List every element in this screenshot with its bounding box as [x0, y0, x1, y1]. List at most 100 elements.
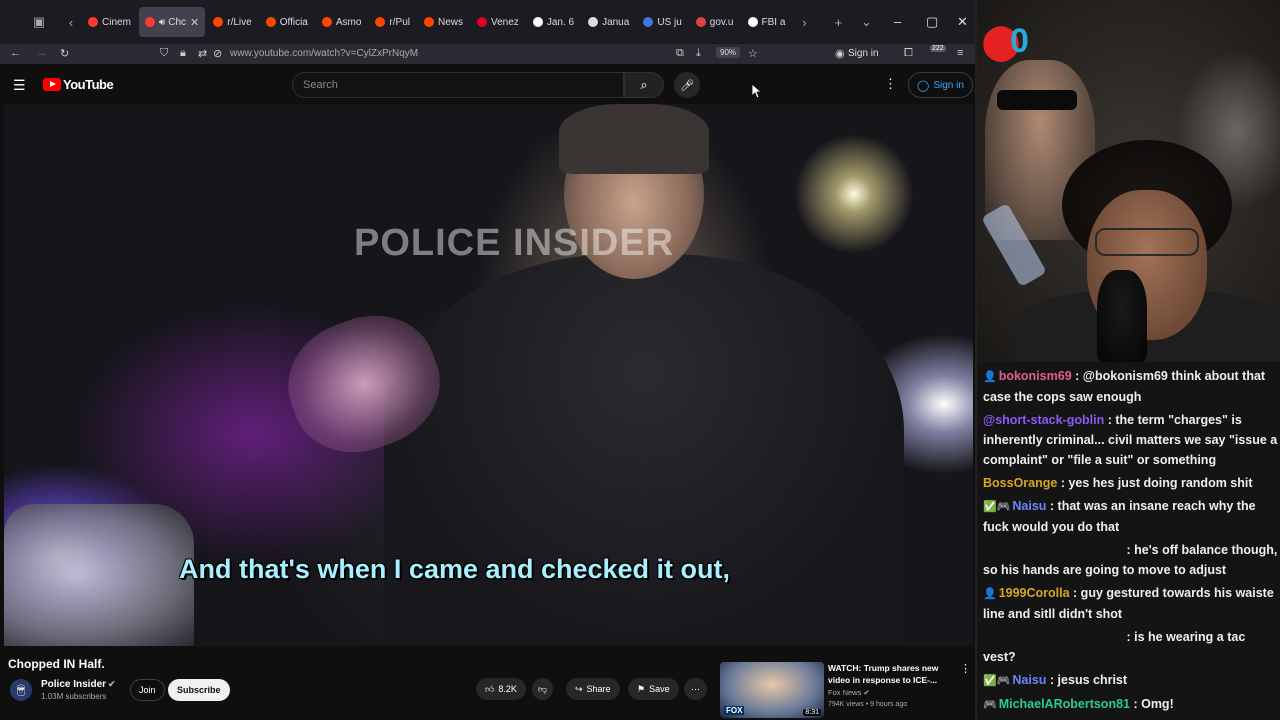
browser-menu-icon[interactable]: ≡ — [957, 47, 963, 59]
like-button[interactable]: 👍︎ 8.2K — [476, 678, 526, 700]
chat-username[interactable]: Naisu — [1012, 673, 1046, 687]
chat-username[interactable]: 1999Corolla — [999, 586, 1070, 600]
zoom-level[interactable]: 90% — [716, 47, 741, 58]
permissions-icon[interactable]: ⇄ — [198, 47, 207, 60]
verified-icon: ✔ — [108, 679, 116, 689]
account-icon[interactable]: ◉ — [835, 47, 845, 60]
youtube-sign-in-button[interactable]: ◯ Sign in — [908, 72, 973, 98]
browser-tab[interactable]: Officia — [260, 7, 314, 37]
more-actions-button[interactable]: ⋯ — [684, 678, 707, 700]
channel-name[interactable]: Police Insider ✔ — [41, 679, 116, 690]
chat-message: ✅🎮 Naisu : that was an insane reach why t… — [983, 496, 1278, 537]
search-icon[interactable]: ⌕ — [624, 72, 664, 98]
speaker-icon[interactable]: 🔊︎ — [159, 17, 165, 28]
browser-tab[interactable]: 🔊︎ Chc ✕ — [138, 7, 206, 37]
reload-icon[interactable]: ↻ — [60, 47, 69, 60]
browser-tab[interactable]: FBI a — [742, 7, 792, 37]
close-tab-icon[interactable]: ✕ — [190, 16, 199, 29]
streamer-microphone-image — [1097, 270, 1147, 362]
youtube-logo-icon[interactable] — [43, 78, 61, 91]
download-icon[interactable]: ⤓ — [696, 47, 701, 60]
share-button[interactable]: ↪ Share — [566, 678, 620, 700]
chat-username[interactable]: Naisu — [1012, 499, 1046, 513]
tab-favicon-icon — [477, 17, 487, 27]
url-bar: ← → ↻ ⛉ 🔒︎ ⇄ ⊘ www.youtube.com/watch?v=C… — [0, 44, 975, 64]
dislike-button[interactable]: 👎︎ — [532, 678, 554, 700]
chat-badge-icon: ✅🎮 — [983, 675, 1011, 687]
chat-text: : yes hes just doing random shit — [1057, 476, 1253, 490]
youtube-header: ☰ YouTube Search ⌕ 🎤︎ ⋮ ◯ Sign in — [0, 64, 975, 104]
back-icon[interactable]: ← — [10, 47, 21, 59]
minimize-icon[interactable]: – — [894, 14, 901, 29]
join-button[interactable]: Join — [130, 679, 165, 701]
save-button[interactable]: ⚑ Save — [628, 678, 679, 700]
shield-icon[interactable]: ⛉ — [160, 47, 168, 60]
browser-tab[interactable]: Janua — [582, 7, 635, 37]
browser-tab[interactable]: US ju — [637, 7, 687, 37]
tab-list-icon[interactable]: ⌄ — [855, 11, 877, 33]
search-placeholder: Search — [303, 79, 338, 91]
chat-text: : jesus christ — [1046, 673, 1128, 687]
microphone-icon[interactable]: 🎤︎ — [674, 72, 700, 98]
browser-tab[interactable]: Venez — [471, 7, 525, 37]
tab-favicon-icon — [588, 17, 599, 27]
url-field[interactable]: www.youtube.com/watch?v=CylZxPrNqyM — [230, 48, 418, 59]
chat-username[interactable]: @short-stack-goblin — [983, 413, 1104, 427]
more-options-icon[interactable]: ⋮ — [884, 76, 897, 92]
chat-username[interactable]: BossOrange — [983, 476, 1057, 490]
officer-body-image — [384, 254, 904, 646]
browser-tab[interactable]: Jan. 6 — [527, 7, 580, 37]
tab-overview-icon[interactable]: ▣ — [28, 11, 50, 33]
chat-username[interactable]: MichaelARobertson81 — [999, 697, 1130, 711]
save-label: Save — [649, 684, 670, 694]
channel-avatar[interactable]: 👮︎ — [10, 679, 32, 701]
tab-favicon-icon — [643, 17, 654, 27]
chat-username[interactable]: bokonism69 — [999, 369, 1072, 383]
stream-side-panel: ⬤ 0 👤 bokonism69 : @bokonism69 think abou… — [975, 0, 1280, 720]
thumbs-down-icon: 👎︎ — [538, 683, 548, 694]
extension-badge[interactable]: 222 — [930, 45, 946, 52]
lock-icon[interactable]: 🔒︎ — [180, 47, 186, 60]
browser-tab[interactable]: r/Pul — [369, 7, 416, 37]
search-input[interactable]: Search — [292, 72, 624, 98]
tab-label: r/Live — [227, 16, 252, 28]
tab-scroll-right-icon[interactable]: › — [793, 11, 815, 33]
bookmark-star-icon[interactable]: ☆ — [748, 47, 758, 60]
video-watermark: POLICE INSIDER — [354, 222, 675, 264]
new-tab-icon[interactable]: + — [827, 11, 849, 33]
maximize-icon[interactable]: ▢ — [926, 14, 938, 30]
recommended-channel[interactable]: Fox News ✔ — [828, 688, 870, 697]
poster-glasses-image — [997, 90, 1077, 110]
browser-tab[interactable]: gov.u — [690, 7, 740, 37]
close-window-icon[interactable]: ✕ — [957, 14, 968, 30]
recommended-title[interactable]: WATCH: Trump shares new video in respons… — [828, 662, 948, 686]
channel-name-text: Police Insider — [41, 679, 107, 690]
tracking-icon[interactable]: ⊘ — [213, 47, 222, 60]
chat-message: 👤 1999Corolla : guy gestured towards his … — [983, 583, 1278, 624]
browser-sign-in[interactable]: Sign in — [848, 48, 879, 59]
youtube-logo-text[interactable]: YouTube — [63, 77, 114, 92]
tab-scroll-left-icon[interactable]: ‹ — [60, 11, 82, 33]
tab-label: Jan. 6 — [546, 16, 575, 28]
forward-icon[interactable]: → — [36, 47, 47, 59]
browser-tab[interactable]: Cinem — [82, 7, 137, 37]
video-player[interactable]: POLICE INSIDER And that's when I came an… — [4, 104, 973, 646]
browser-tab[interactable]: r/Live — [207, 7, 257, 37]
recommended-more-icon[interactable]: ⋮ — [960, 662, 971, 675]
extensions-icon[interactable]: ⧠ — [904, 47, 913, 60]
browser-tab[interactable]: Asmo — [316, 7, 368, 37]
subscribe-button[interactable]: Subscribe — [168, 679, 230, 701]
tab-label: Cinem — [102, 16, 131, 28]
police-car-image — [4, 504, 194, 646]
chat-message: BossOrange : yes hes just doing random s… — [983, 473, 1278, 493]
tab-favicon-icon — [213, 17, 224, 27]
recommended-thumbnail[interactable]: FOX 8:31 — [720, 662, 824, 718]
hamburger-menu-icon[interactable]: ☰ — [13, 77, 26, 94]
browser-tab[interactable]: News — [418, 7, 469, 37]
stream-logo-text: 0 — [1010, 22, 1029, 60]
tab-label: Officia — [279, 16, 308, 28]
chat-badge-icon: ✅🎮 — [983, 501, 1011, 513]
tab-label: Janua — [602, 16, 630, 28]
picture-in-picture-icon[interactable]: ⧉ — [676, 47, 684, 60]
tab-label: Venez — [491, 16, 519, 28]
